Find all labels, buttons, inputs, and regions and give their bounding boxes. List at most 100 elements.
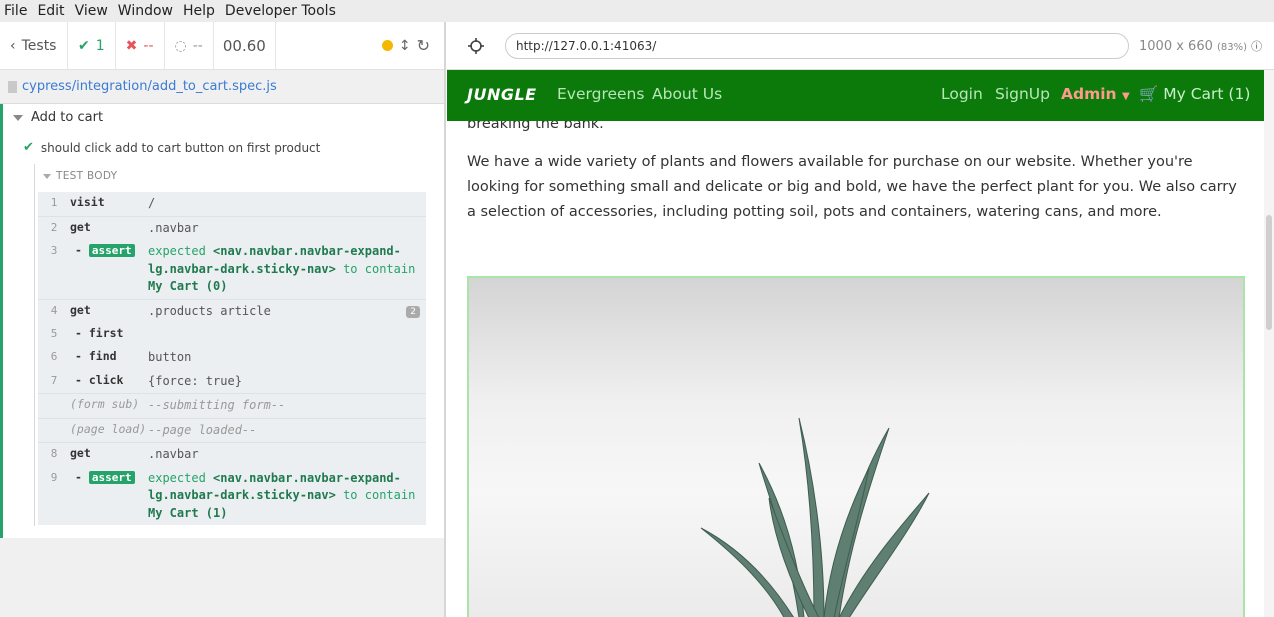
command-message: / xyxy=(148,196,156,210)
aut-header: http://127.0.0.1:41063/ 1000 x 660 (83%)… xyxy=(447,22,1274,70)
command-row[interactable]: 3 - assert expected <nav.navbar.navbar-e… xyxy=(38,240,426,300)
nav-evergreens[interactable]: Evergreens xyxy=(557,85,644,103)
command-name: get xyxy=(70,219,91,234)
check-icon: ✔ xyxy=(78,37,90,54)
command-number: 7 xyxy=(50,373,58,387)
file-icon xyxy=(8,80,17,93)
command-row[interactable]: (form sub) --submitting form-- xyxy=(38,394,426,419)
command-number: 8 xyxy=(50,447,58,460)
cart-label: My Cart (1) xyxy=(1163,85,1251,103)
menu-file[interactable]: File xyxy=(0,3,33,19)
command-name: - find xyxy=(75,349,117,363)
command-name: - click xyxy=(75,372,124,387)
command-row[interactable]: 4 get .products article 2 xyxy=(38,300,426,324)
command-name: get xyxy=(70,446,91,460)
info-icon[interactable]: ⓘ xyxy=(1251,40,1262,53)
x-icon: ✖ xyxy=(125,37,138,54)
assert-value: My Cart (0) xyxy=(148,279,228,293)
status-dot-icon xyxy=(381,40,393,51)
arrows-icon[interactable]: ↕ xyxy=(399,38,411,54)
nav-login[interactable]: Login xyxy=(941,85,983,103)
command-name: - first xyxy=(75,326,124,340)
command-number: 3 xyxy=(50,244,58,257)
reporter-panel: ‹ Tests ✔ 1 ✖ -- ◌ -- 00.60 ↕ ↻ cypress/… xyxy=(0,22,446,617)
command-list: 1 visit / 2 get .navbar 3 - assert expec… xyxy=(38,192,426,525)
command-row[interactable]: 8 get .navbar xyxy=(38,443,426,467)
failed-stat: ✖ -- xyxy=(116,22,165,69)
command-name: - assert xyxy=(70,243,148,296)
menu-help[interactable]: Help xyxy=(179,3,221,19)
assert-prefix: expected xyxy=(148,244,206,258)
command-message: --submitting form-- xyxy=(148,398,286,412)
command-message: {force: true} xyxy=(148,373,242,388)
spec-path-bar: cypress/integration/add_to_cart.spec.js xyxy=(0,70,444,104)
pending-count: -- xyxy=(192,37,203,54)
caret-down-icon: ▼ xyxy=(1122,91,1130,102)
command-name: visit xyxy=(70,195,105,209)
product-image[interactable] xyxy=(467,276,1245,617)
runnable-suite: Add to cart ✔ should click add to cart b… xyxy=(0,104,444,538)
command-row[interactable]: 5 - first xyxy=(38,323,426,346)
test-body-label: TEST BODY xyxy=(56,170,118,182)
command-row[interactable]: 2 get .navbar xyxy=(38,217,426,241)
nav-cart[interactable]: 🛒 My Cart (1) xyxy=(1139,85,1250,103)
command-number xyxy=(38,422,70,440)
test-title[interactable]: ✔ should click add to cart button on fir… xyxy=(23,140,320,155)
site-navbar: JUNGLE Evergreens About Us Login SignUp … xyxy=(447,70,1264,121)
command-row[interactable]: (page load) --page loaded-- xyxy=(38,419,426,443)
suite-title[interactable]: Add to cart xyxy=(13,110,103,125)
menu-window[interactable]: Window xyxy=(114,3,179,19)
scrollbar[interactable] xyxy=(1264,70,1274,617)
command-row[interactable]: 9 - assert expected <nav.navbar.navbar-e… xyxy=(38,467,426,526)
assert-badge: assert xyxy=(88,244,135,257)
spec-path[interactable]: cypress/integration/add_to_cart.spec.js xyxy=(22,79,277,94)
succulent-image xyxy=(700,417,930,617)
command-number: 2 xyxy=(50,220,58,234)
command-number: 5 xyxy=(50,327,58,340)
url-field[interactable]: http://127.0.0.1:41063/ xyxy=(505,33,1129,59)
element-count-badge: 2 xyxy=(406,305,420,318)
passed-count: 1 xyxy=(95,37,105,54)
command-message: .products article xyxy=(148,303,271,318)
tests-button[interactable]: ‹ Tests xyxy=(0,22,68,69)
assert-badge: assert xyxy=(88,470,135,484)
command-number: 9 xyxy=(50,470,58,484)
command-row[interactable]: 6 - find button xyxy=(38,346,426,370)
command-name: get xyxy=(70,302,91,317)
command-message: --page loaded-- xyxy=(148,422,257,437)
assert-mid: to contain xyxy=(343,261,416,276)
crosshair-icon[interactable] xyxy=(468,38,484,54)
scrollbar-thumb[interactable] xyxy=(1266,215,1272,330)
nav-admin-dropdown[interactable]: Admin ▼ xyxy=(1061,85,1130,103)
menu-view[interactable]: View xyxy=(71,3,114,19)
command-name: (page load) xyxy=(70,421,147,436)
menu-developer-tools[interactable]: Developer Tools xyxy=(221,3,342,19)
test-body-header[interactable]: TEST BODY xyxy=(43,170,117,182)
brand-logo[interactable]: JUNGLE xyxy=(467,85,537,104)
assert-mid: to contain xyxy=(343,488,416,502)
command-name: (form sub) xyxy=(70,397,140,411)
restart-icon[interactable]: ↻ xyxy=(417,36,430,55)
app-viewport: breaking the bank. We have a wide variet… xyxy=(447,70,1264,617)
command-message: .navbar xyxy=(148,447,199,461)
failed-count: -- xyxy=(143,37,154,54)
duration: 00.60 xyxy=(214,22,276,69)
menu-bar: File Edit View Window Help Developer Too… xyxy=(0,0,1274,22)
menu-edit[interactable]: Edit xyxy=(33,3,70,19)
command-row[interactable]: 1 visit / xyxy=(38,192,426,217)
command-row[interactable]: 7 - click {force: true} xyxy=(38,370,426,394)
shopping-cart-icon: 🛒 xyxy=(1139,85,1159,103)
caret-down-icon xyxy=(13,114,23,121)
command-number xyxy=(38,397,70,415)
nav-about-us[interactable]: About Us xyxy=(652,85,722,103)
chevron-left-icon: ‹ xyxy=(10,37,16,54)
indent-guide xyxy=(34,164,35,526)
command-name: - assert xyxy=(70,470,148,523)
caret-down-icon xyxy=(43,173,51,179)
passed-stat: ✔ 1 xyxy=(68,22,116,69)
command-message xyxy=(148,326,426,343)
nav-signup[interactable]: SignUp xyxy=(995,85,1050,103)
viewport-size: 1000 x 660 (83%) ⓘ xyxy=(1139,38,1262,54)
assert-value: My Cart (1) xyxy=(148,505,228,520)
intro-paragraph: We have a wide variety of plants and flo… xyxy=(467,154,1237,220)
